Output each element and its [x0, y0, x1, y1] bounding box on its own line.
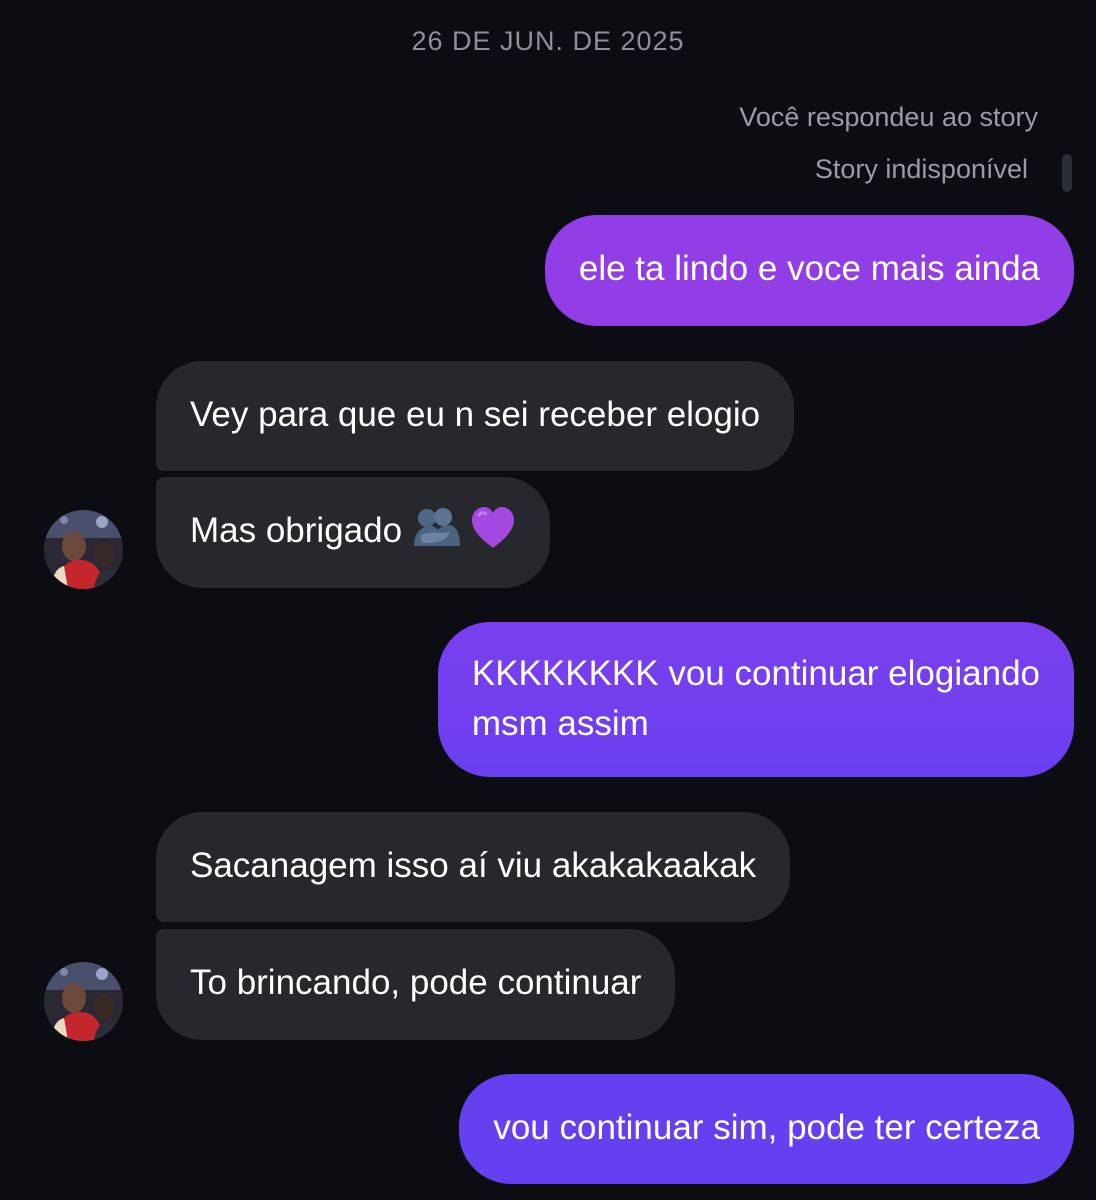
message-text: Vey para que eu n sei receber elogio — [190, 395, 761, 434]
outgoing-message[interactable]: ele ta lindo e voce mais ainda — [544, 215, 1074, 326]
story-reply-note: Você respondeu ao story — [739, 102, 1038, 132]
people-hugging-icon — [410, 506, 462, 550]
message-text: Sacanagem isso aí viu akakakaakak — [190, 846, 757, 885]
message-text: To brincando, pode continuar — [190, 963, 642, 1002]
message-text-line: msm assim — [471, 704, 649, 743]
incoming-message[interactable]: Vey para que eu n sei receber elogio — [156, 361, 795, 471]
outgoing-message[interactable]: vou continuar sim, pode ter certeza — [459, 1074, 1074, 1184]
purple-heart-icon — [470, 506, 516, 550]
date-separator: 26 DE JUN. DE 2025 — [411, 26, 685, 56]
contact-avatar[interactable] — [44, 510, 123, 589]
outgoing-message[interactable]: KKKKKKKK vou continuar elogiando msm ass… — [437, 622, 1074, 777]
message-text-line: KKKKKKKK vou continuar elogiando — [471, 654, 1040, 693]
message-text: ele ta lindo e voce mais ainda — [578, 249, 1040, 288]
story-preview-bar[interactable] — [1062, 154, 1072, 192]
message-text: vou continuar sim, pode ter certeza — [493, 1108, 1040, 1147]
incoming-message[interactable]: To brincando, pode continuar — [156, 929, 676, 1040]
message-text: Mas obrigado — [190, 511, 403, 550]
incoming-message[interactable]: Sacanagem isso aí viu akakakaakak — [156, 812, 791, 922]
story-unavailable-label[interactable]: Story indisponível — [815, 154, 1028, 185]
contact-avatar[interactable] — [44, 962, 123, 1041]
incoming-message[interactable]: Mas obrigado — [156, 477, 551, 588]
